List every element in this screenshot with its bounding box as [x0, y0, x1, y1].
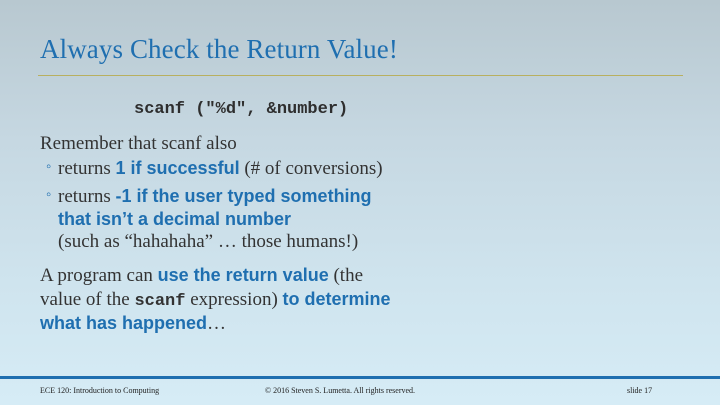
conclusion-line-2: value of the scanf expression) to determ…	[40, 288, 391, 313]
bullet-icon: ◦	[46, 187, 52, 203]
code-example: scanf ("%d", &number)	[134, 100, 349, 119]
bullet-1-prefix: returns	[58, 158, 116, 179]
footer-divider	[0, 376, 720, 379]
bullet-2-emphasis-line2: that isn’t a decimal number	[58, 209, 292, 229]
title-divider	[38, 75, 683, 76]
bullet-1-suffix: (# of conversions)	[239, 158, 383, 179]
bullet-1-emphasis: 1 if successful	[115, 158, 240, 178]
conclusion-text: expression)	[185, 289, 283, 310]
bullet-item-2-continuation: that isn’t a decimal number	[58, 208, 291, 231]
conclusion-code: scanf	[134, 292, 186, 311]
slide-title: Always Check the Return Value!	[40, 34, 398, 64]
bullet-item-1: returns 1 if successful (# of conversion…	[58, 157, 383, 180]
bullet-icon: ◦	[46, 159, 52, 175]
bullet-2-prefix: returns	[58, 186, 116, 207]
conclusion-text: …	[207, 313, 227, 334]
conclusion-text: value of the	[40, 289, 135, 310]
conclusion-emphasis-2: to determine	[282, 289, 391, 309]
conclusion-line-3: what has happened…	[40, 312, 226, 335]
footer-slide-number: slide 17	[627, 386, 653, 395]
bullet-item-2: returns -1 if the user typed something	[58, 185, 372, 208]
conclusion-emphasis-3: what has happened	[40, 313, 208, 333]
conclusion-emphasis-1: use the return value	[157, 265, 329, 285]
conclusion-text: A program can	[40, 265, 158, 286]
conclusion-line-1: A program can use the return value (the	[40, 264, 363, 287]
bullet-2-emphasis-line1: -1 if the user typed something	[115, 186, 372, 206]
footer-copyright: © 2016 Steven S. Lumetta. All rights res…	[265, 386, 416, 395]
conclusion-text: (the	[328, 265, 364, 286]
footer-course: ECE 120: Introduction to Computing	[40, 386, 160, 395]
intro-text: Remember that scanf also	[40, 133, 237, 154]
bullet-item-2-example: (such as “hahahaha” … those humans!)	[58, 231, 359, 252]
